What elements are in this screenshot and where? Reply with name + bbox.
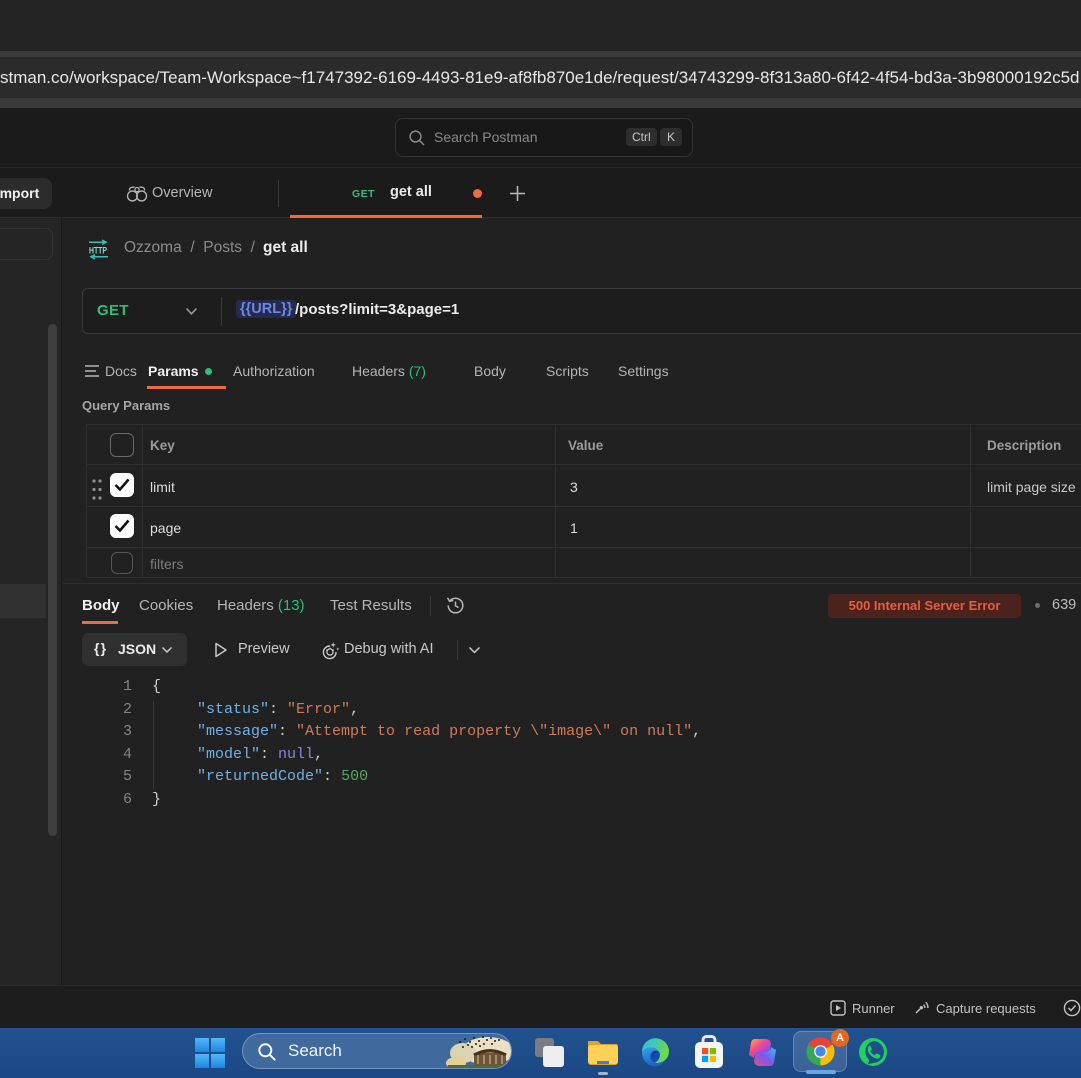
- svg-text:HTTP: HTTP: [89, 246, 107, 257]
